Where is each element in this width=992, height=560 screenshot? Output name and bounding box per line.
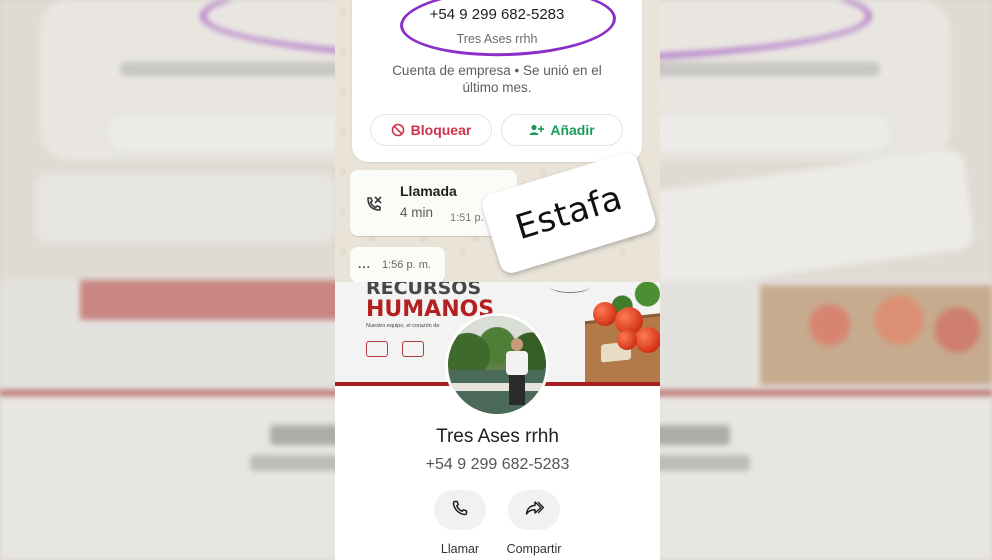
card-phone-number: +54 9 299 682-5283 — [429, 6, 565, 23]
tomato-graphic — [593, 302, 617, 326]
bg-tomatoes — [760, 285, 992, 385]
banner-title: RECURSOS HUMANOS — [366, 282, 494, 321]
message-timestamp: 1:56 p. m. — [382, 259, 431, 271]
share-label: Compartir — [506, 542, 562, 556]
avatar-railing — [448, 382, 546, 391]
more-dots-icon: ... — [358, 257, 372, 271]
profile-phone: +54 9 299 682-5283 — [425, 456, 570, 473]
call-button[interactable] — [434, 490, 486, 530]
forward-icon — [524, 500, 545, 521]
call-duration: 4 min — [400, 205, 434, 220]
banner-subtitle: Nuestro equipo, el corazón de — [366, 323, 440, 329]
block-button[interactable]: Bloquear — [370, 114, 492, 146]
estafa-sticker: Estafa — [479, 150, 659, 276]
block-label: Bloquear — [410, 122, 472, 138]
add-label: Añadir — [550, 122, 595, 138]
growth-icon — [402, 341, 424, 357]
avatar-canal — [448, 369, 546, 414]
contact-info-card: +54 9 299 682-5283 Tres Ases rrhh Cuenta… — [352, 0, 642, 162]
missed-call-icon — [362, 192, 386, 216]
estafa-label: Estafa — [510, 177, 628, 249]
avatar-person-shirt — [506, 351, 528, 375]
banner-title-line1: RECURSOS — [366, 282, 482, 299]
tomato-graphic — [617, 330, 637, 350]
banner-decoration — [550, 282, 590, 293]
message-bubble[interactable]: ... 1:56 p. m. — [350, 247, 445, 283]
chat-area: +54 9 299 682-5283 Tres Ases rrhh Cuenta… — [335, 0, 660, 283]
card-contact-name: Tres Ases rrhh — [456, 32, 538, 46]
share-button[interactable] — [508, 490, 560, 530]
bg-call-bubble — [35, 172, 335, 244]
call-title: Llamada — [400, 183, 457, 199]
avatar-person — [506, 338, 528, 408]
team-icon — [366, 341, 388, 357]
avatar-person-pants — [509, 375, 525, 405]
bg-banner-text — [80, 280, 340, 320]
profile-avatar[interactable] — [445, 313, 549, 417]
add-person-icon — [529, 123, 545, 137]
avatar-person-head — [511, 338, 523, 351]
profile-name: Tres Ases rrhh — [436, 426, 559, 447]
card-description: Cuenta de empresa • Se unió en el último… — [392, 63, 602, 95]
phone-screenshot: +54 9 299 682-5283 Tres Ases rrhh Cuenta… — [335, 0, 660, 560]
avatar-trees — [448, 325, 546, 375]
tomato-graphic — [635, 327, 660, 353]
add-contact-button[interactable]: Añadir — [501, 114, 623, 146]
block-icon — [391, 123, 405, 137]
banner-icon-row — [366, 341, 424, 357]
screenshot-stage: +54 9 299 682-5283 Tres Ases rrhh Cuenta… — [0, 0, 992, 560]
phone-icon — [451, 499, 469, 522]
share-action[interactable]: Compartir — [489, 490, 579, 556]
